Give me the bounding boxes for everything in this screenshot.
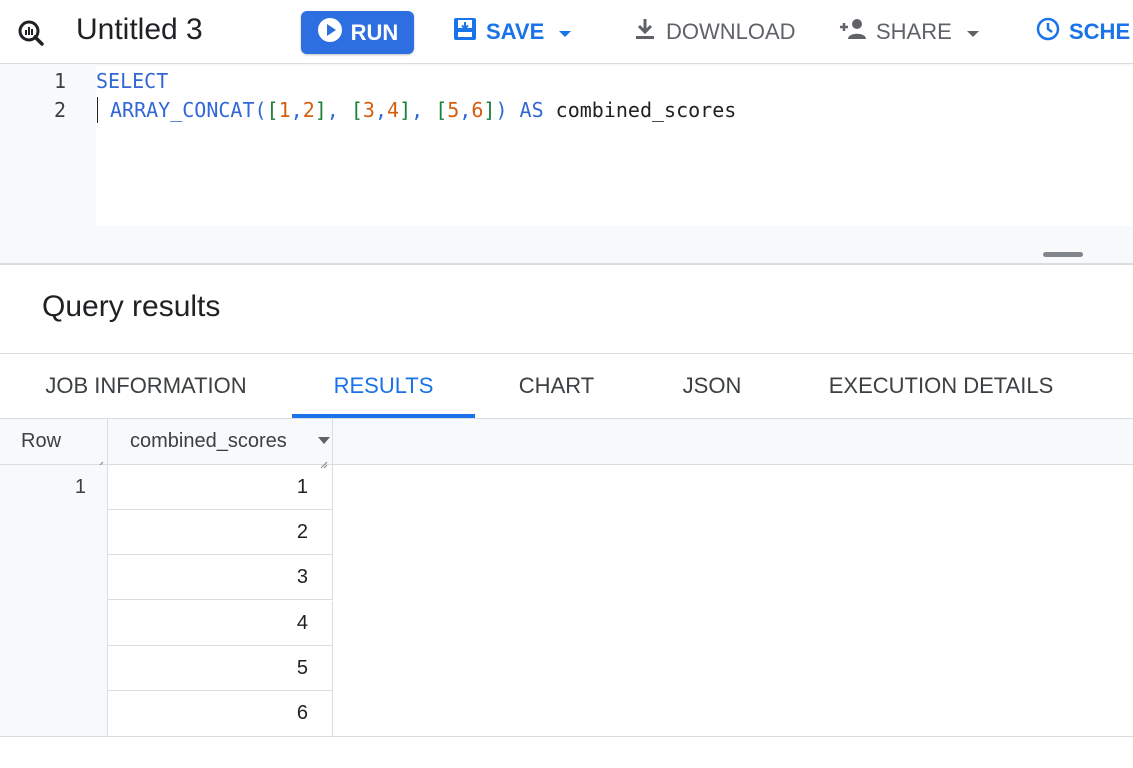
code-token: [ (266, 98, 279, 122)
chevron-down-icon[interactable] (558, 19, 572, 45)
code-area[interactable]: SELECT ARRAY_CONCAT([1,2], [3,4], [5,6])… (96, 66, 1133, 226)
code-token: [ (350, 98, 363, 122)
editor-divider (0, 263, 1133, 265)
code-token: 6 (471, 98, 484, 122)
code-token: , (374, 98, 388, 122)
code-token: ARRAY_CONCAT (110, 98, 255, 122)
run-button[interactable]: RUN (301, 11, 414, 54)
download-button[interactable]: DOWNLOAD (632, 14, 796, 50)
code-token: , (459, 98, 472, 122)
table-cell[interactable]: 5 (108, 646, 333, 691)
tab-execution-details[interactable]: EXECUTION DETAILS (786, 354, 1096, 418)
code-token: ] (483, 98, 496, 122)
line-number: 2 (53, 98, 66, 122)
query-title[interactable]: Untitled 3 (76, 13, 203, 47)
schedule-button[interactable]: SCHE (1035, 14, 1130, 50)
row-number: 1 (74, 476, 86, 498)
sql-editor: 1 2 SELECT ARRAY_CONCAT([1,2], [3,4], [5… (0, 64, 1133, 263)
table-bottom-border (0, 736, 1133, 737)
query-icon (14, 16, 46, 48)
table-cell[interactable]: 2 (108, 510, 333, 555)
table-header: Row combined_scores (0, 419, 1133, 465)
editor-resize-handle[interactable] (1043, 252, 1083, 257)
code-token: ( (254, 98, 267, 122)
save-button-label: SAVE (486, 19, 545, 44)
row-number-column (0, 465, 108, 737)
row-header: Row (0, 419, 108, 464)
add-person-icon (838, 16, 868, 48)
code-token: ] (399, 98, 412, 122)
share-button[interactable]: SHARE (838, 14, 980, 50)
code-token: AS (507, 98, 556, 122)
code-token: 5 (447, 98, 460, 122)
code-token: [ (435, 98, 448, 122)
tab-chart[interactable]: CHART (475, 354, 638, 418)
chevron-down-icon[interactable] (966, 19, 980, 45)
code-token: , (326, 98, 351, 122)
schedule-button-label: SCHE (1069, 19, 1131, 44)
code-token: combined_scores (555, 98, 737, 122)
save-icon (452, 16, 478, 48)
resize-grip-icon[interactable] (320, 456, 328, 469)
code-token: 3 (362, 98, 375, 122)
line-number: 1 (53, 69, 66, 93)
column-header[interactable]: combined_scores (108, 419, 333, 464)
table-cell[interactable]: 3 (108, 555, 333, 600)
active-tab-indicator (292, 414, 475, 418)
download-icon (632, 16, 658, 48)
table-cell[interactable]: 1 (108, 465, 333, 510)
clock-icon (1035, 16, 1061, 48)
code-token: 4 (387, 98, 400, 122)
code-token: 2 (302, 98, 315, 122)
code-token: , (411, 98, 436, 122)
run-button-label: RUN (350, 19, 399, 45)
code-line[interactable]: ARRAY_CONCAT([1,2], [3,4], [5,6]) AS com… (110, 96, 736, 124)
tab-results[interactable]: RESULTS (292, 354, 475, 418)
code-line[interactable]: SELECT (96, 67, 168, 95)
toolbar: Untitled 3 RUN SAVE DOWNLOAD SHARE SCHE (0, 0, 1133, 64)
code-token: ] (314, 98, 327, 122)
table-cell[interactable]: 6 (108, 691, 333, 736)
column-menu-icon[interactable] (318, 437, 330, 444)
download-button-label: DOWNLOAD (666, 19, 796, 44)
play-icon (317, 17, 343, 49)
results-tabs: JOB INFORMATION RESULTS CHART JSON EXECU… (0, 353, 1133, 419)
code-token: 1 (278, 98, 291, 122)
text-cursor (97, 97, 98, 123)
code-token: SELECT (96, 69, 169, 93)
resize-grip-icon[interactable] (96, 456, 104, 469)
tab-job-information[interactable]: JOB INFORMATION (0, 354, 292, 418)
save-button[interactable]: SAVE (452, 14, 572, 50)
table-cell[interactable]: 4 (108, 601, 333, 646)
share-button-label: SHARE (876, 19, 952, 44)
code-token: , (290, 98, 303, 122)
results-title: Query results (42, 290, 221, 323)
tab-json[interactable]: JSON (638, 354, 786, 418)
code-token: ) (495, 98, 508, 122)
